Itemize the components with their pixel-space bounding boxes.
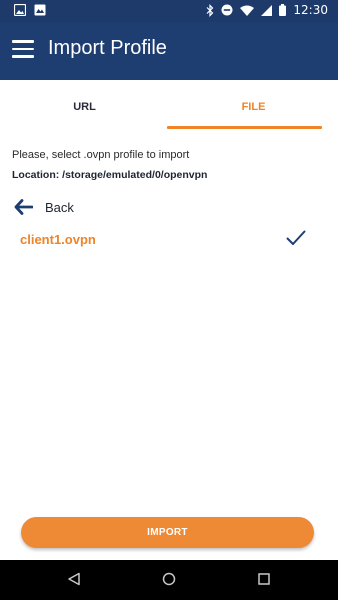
status-bar: 12:30 xyxy=(0,0,338,22)
tab-url[interactable]: URL xyxy=(0,80,169,132)
tab-selected-indicator xyxy=(167,126,322,129)
battery-icon xyxy=(279,4,287,16)
select-prompt: Please, select .ovpn profile to import xyxy=(12,149,190,161)
do-not-disturb-icon xyxy=(221,4,233,16)
recents-square-icon[interactable] xyxy=(257,572,271,586)
back-triangle-icon[interactable] xyxy=(67,572,81,586)
bluetooth-icon xyxy=(206,3,214,17)
signal-icon xyxy=(261,4,273,16)
check-icon xyxy=(286,230,306,245)
file-name: client1.ovpn xyxy=(20,232,96,247)
hamburger-menu-icon[interactable] xyxy=(12,40,34,60)
back-label: Back xyxy=(45,199,74,215)
back-button[interactable]: Back xyxy=(14,196,74,218)
file-list-item[interactable]: client1.ovpn xyxy=(0,226,338,254)
location-path: Location: /storage/emulated/0/openvpn xyxy=(12,169,208,181)
import-button[interactable]: IMPORT xyxy=(21,517,314,548)
app-bar: Import Profile xyxy=(0,22,338,80)
status-right-icons: 12:30 xyxy=(206,3,328,17)
system-nav-bar xyxy=(0,560,338,600)
status-time: 12:30 xyxy=(293,3,328,17)
photo-icon xyxy=(34,4,46,16)
image-icon xyxy=(14,4,26,16)
home-circle-icon[interactable] xyxy=(162,572,176,586)
arrow-back-icon xyxy=(14,199,33,215)
wifi-icon xyxy=(240,5,255,16)
page-title: Import Profile xyxy=(48,37,167,59)
tab-file[interactable]: FILE xyxy=(169,80,338,132)
status-left-icons xyxy=(14,4,46,16)
tab-bar: URL FILE xyxy=(0,80,338,132)
